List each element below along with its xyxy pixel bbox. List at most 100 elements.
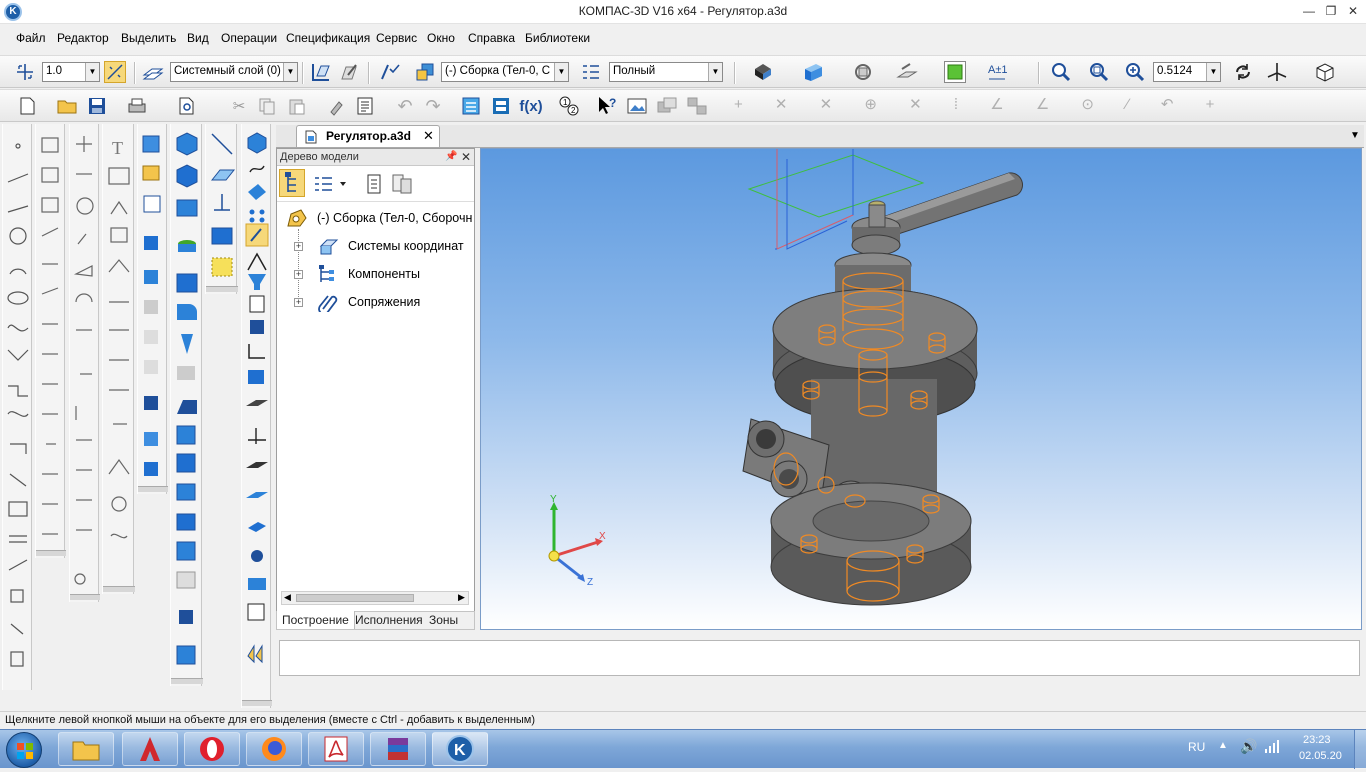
properties-icon[interactable] [354,95,376,117]
restore-icon[interactable]: ❐ [1320,2,1342,20]
tree-document-icon[interactable] [365,173,383,195]
help-cursor-icon[interactable]: ? [596,95,618,117]
document-tab[interactable]: Регулятор.a3d ✕ [296,125,440,147]
save-icon[interactable] [86,95,108,117]
tree-filter-icon[interactable] [313,173,347,195]
expand-icon[interactable]: + [294,270,303,279]
show-desktop-button[interactable] [1354,730,1366,769]
scroll-right-icon[interactable]: ▶ [458,592,465,603]
close-tab-icon[interactable]: ✕ [423,128,434,144]
component-icon[interactable] [414,61,436,83]
variables-icon[interactable]: f(x) [519,95,542,117]
format-painter-icon[interactable] [326,95,348,117]
dimension-tools-icons[interactable] [36,124,66,554]
panel-grip[interactable] [70,594,100,600]
step-combo[interactable]: 1.0 ▼ [42,62,100,82]
close-tree-icon[interactable]: ✕ [461,150,471,164]
panel-grip[interactable] [242,700,272,706]
properties-list-icon[interactable] [580,61,602,83]
panel-grip[interactable] [138,486,168,492]
menu-service[interactable]: Сервис [376,31,417,45]
panel-grip[interactable] [206,286,238,292]
redo-icon[interactable]: ↷ [422,95,444,117]
autocad-icon[interactable] [122,732,178,766]
tab-zones[interactable]: Зоны [424,611,463,629]
surfaces-tools-icons[interactable] [206,124,238,284]
manager-icon[interactable] [460,95,482,117]
zoom-in-icon[interactable] [1124,61,1146,83]
tree-compare-icon[interactable] [391,173,413,195]
acrobat-icon[interactable] [308,732,364,766]
tree-horizontal-scrollbar[interactable]: ◀ ▶ [281,591,469,605]
panel-grip[interactable] [171,678,203,684]
preview-icon[interactable] [176,95,198,117]
explorer-icon[interactable] [58,732,114,766]
clock-date[interactable]: 02.05.20 [1299,750,1342,762]
zoom-combo[interactable]: 0.5124 ▼ [1153,62,1221,82]
tree-item-components[interactable]: + Компоненты [277,263,474,285]
edit-component-icon[interactable] [338,61,360,83]
parts-tools-icons[interactable] [138,124,168,484]
select-filter-icon[interactable] [378,61,400,83]
section-icon[interactable] [896,61,918,83]
expand-icon[interactable]: + [294,242,303,251]
assembly-combo[interactable]: (-) Сборка (Тел-0, С ▼ [441,62,569,82]
compact-panel-icons[interactable] [242,124,272,704]
cut-icon[interactable]: ✂ [228,95,250,117]
expand-icon[interactable]: + [294,298,303,307]
geometry-tools-icons[interactable] [3,124,33,684]
tree-structure-icon[interactable] [279,169,305,197]
copy-icon[interactable] [256,95,278,117]
tile-icon[interactable] [686,95,708,117]
scroll-thumb[interactable] [296,594,414,602]
layer-combo[interactable]: Системный слой (0) ▼ [170,62,298,82]
fit-view-icon[interactable] [944,61,966,83]
undo-icon[interactable]: ↶ [394,95,416,117]
menu-editor[interactable]: Редактор [57,31,109,45]
orientation-icon[interactable] [852,61,874,83]
tab-versions[interactable]: Исполнения [350,611,428,629]
3d-viewport[interactable]: Y X Z [480,148,1362,630]
spec-icon[interactable] [490,95,512,117]
pan-icon[interactable] [1266,61,1288,83]
layers-icon[interactable] [142,61,164,83]
menu-specification[interactable]: Спецификация [286,31,370,45]
menu-libraries[interactable]: Библиотеки [525,31,590,45]
tab-list-chevron-icon[interactable]: ▼ [1350,130,1360,141]
network-icon[interactable] [1264,738,1280,757]
print-icon[interactable] [126,95,148,117]
panel-grip[interactable] [103,586,135,592]
zoom-window-icon[interactable] [1050,61,1072,83]
opera-icon[interactable] [184,732,240,766]
close-icon[interactable]: ✕ [1342,2,1364,20]
tree-item-mates[interactable]: + Сопряжения [277,291,474,315]
menu-view[interactable]: Вид [187,31,209,45]
paste-icon[interactable] [286,95,308,117]
clock-time[interactable]: 23:23 [1303,734,1331,746]
sketch-icon[interactable] [310,61,332,83]
scroll-left-icon[interactable]: ◀ [284,592,291,603]
edit-tools-icons[interactable]: T [103,124,135,584]
kompas-icon[interactable]: K [432,732,488,766]
tree-item-coordinate-systems[interactable]: + Системы координат [277,235,474,257]
open-folder-icon[interactable] [56,95,78,117]
snap-icon[interactable] [104,61,126,83]
notation-tools-icons[interactable] [70,124,100,594]
tree-root-assembly[interactable]: (-) Сборка (Тел-0, Сборочн [277,207,474,229]
menu-window[interactable]: Окно [427,31,455,45]
operations-tools-icons[interactable] [171,124,203,678]
rotate-icon[interactable] [1232,61,1254,83]
menu-select[interactable]: Выделить [121,31,176,45]
new-document-icon[interactable] [16,95,38,117]
volume-icon[interactable]: 🔊 [1240,738,1257,755]
properties-bar[interactable] [279,640,1360,676]
tray-expand-icon[interactable]: ▲ [1218,740,1228,751]
winrar-icon[interactable] [370,732,426,766]
numbering-icon[interactable]: 12 [558,95,580,117]
minimize-icon[interactable]: — [1298,2,1320,20]
menu-file[interactable]: Файл [16,31,46,45]
pin-icon[interactable]: 📌 [445,151,457,162]
image-icon[interactable] [626,95,648,117]
panel-grip[interactable] [36,550,66,556]
dimension-icon[interactable]: A±1 [986,61,1008,83]
